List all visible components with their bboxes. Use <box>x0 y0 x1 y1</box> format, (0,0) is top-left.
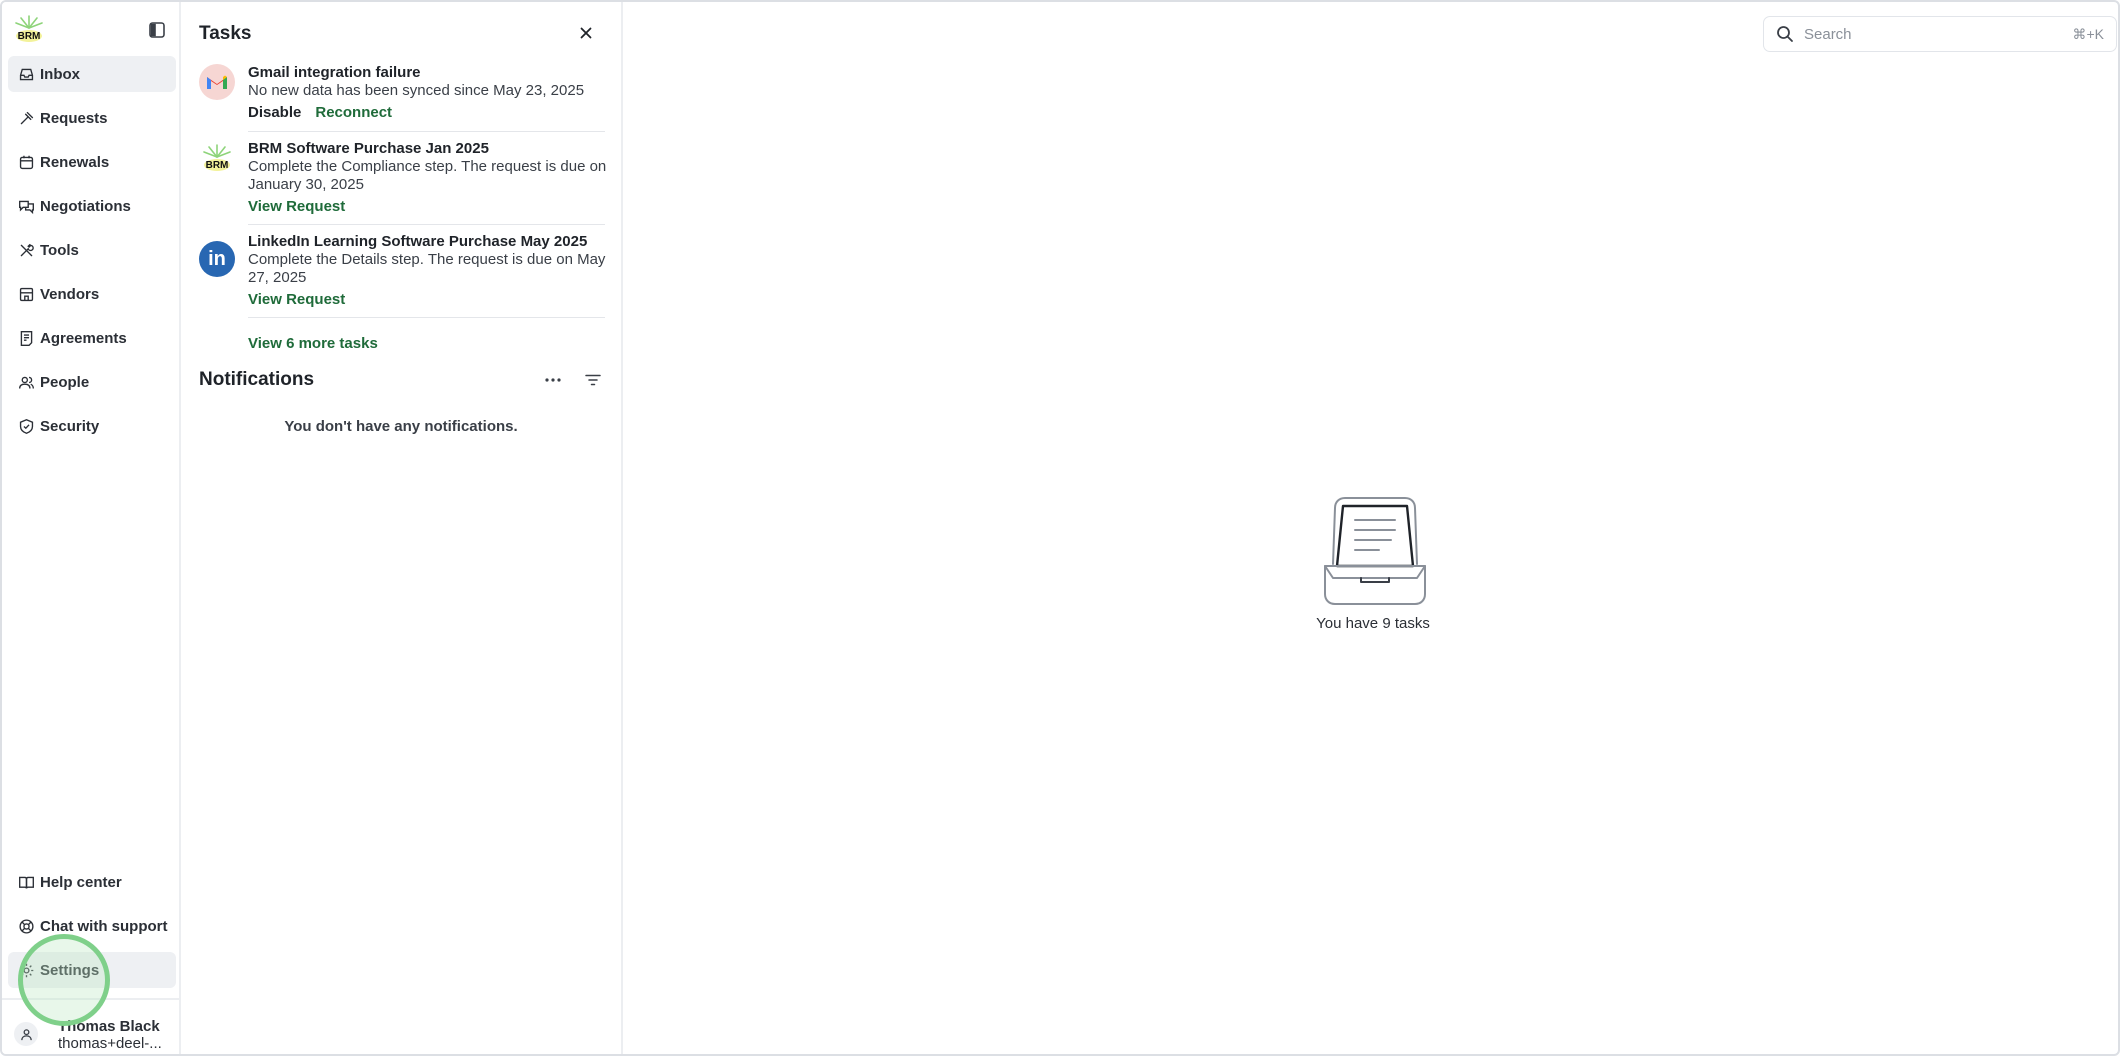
sidebar-item-help-center[interactable]: Help center <box>8 864 176 900</box>
task-description: No new data has been synced since May 23… <box>248 82 585 99</box>
sidebar-item-label: Negotiations <box>40 197 131 215</box>
sidebar-item-security[interactable]: Security <box>8 408 176 444</box>
svg-text:BRM: BRM <box>206 160 229 171</box>
reconnect-button[interactable]: Reconnect <box>315 104 392 121</box>
calendar-icon <box>19 155 34 169</box>
sidebar-item-settings[interactable]: Settings <box>8 952 176 988</box>
task-title: Gmail integration failure <box>248 64 421 81</box>
sidebar-toggle-icon[interactable] <box>148 21 166 39</box>
tools-icon <box>20 243 34 256</box>
sidebar-item-inbox[interactable]: Inbox <box>8 56 176 92</box>
sidebar-item-label: Vendors <box>40 285 100 303</box>
task-divider <box>248 131 605 132</box>
notifications-more-button[interactable] <box>543 370 563 390</box>
sidebar-bottom-nav: Help center Chat with support Settings <box>8 864 176 996</box>
sidebar-item-label: Tools <box>40 241 79 259</box>
brm-logo[interactable]: BRM <box>12 14 46 44</box>
notifications-empty-text: You don't have any notifications. <box>284 418 518 435</box>
task-actions: View Request <box>248 198 345 215</box>
notifications-title: Notifications <box>199 369 315 390</box>
notifications-filter-button[interactable] <box>583 370 603 390</box>
gavel-icon <box>20 111 34 124</box>
task-title: BRM Software Purchase Jan 2025 <box>248 140 489 157</box>
view-request-button[interactable]: View Request <box>248 198 345 215</box>
sidebar-item-label: Agreements <box>40 329 127 347</box>
sidebar-item-agreements[interactable]: Agreements <box>8 320 176 356</box>
close-panel-button[interactable] <box>577 24 595 42</box>
filter-icon <box>585 374 601 386</box>
user-email: thomas+deel-... <box>58 1035 162 1052</box>
sidebar-nav: Inbox Requests Renewals Negotiations Too… <box>8 56 176 452</box>
building-icon <box>19 287 34 301</box>
book-icon <box>19 876 34 889</box>
ellipsis-icon <box>545 378 561 382</box>
tasks-title: Tasks <box>199 23 252 44</box>
sidebar-item-negotiations[interactable]: Negotiations <box>8 188 176 224</box>
linkedin-icon: in <box>199 241 235 277</box>
task-actions: Disable Reconnect <box>248 104 392 121</box>
document-icon <box>20 330 33 346</box>
sidebar-item-label: Inbox <box>40 65 80 83</box>
sidebar-item-label: Help center <box>40 873 122 891</box>
sidebar: BRM Inbox Requests Renewals Negotiations <box>2 2 181 1054</box>
sidebar-item-label: Chat with support <box>40 917 168 935</box>
sidebar-item-label: Requests <box>40 109 108 127</box>
task-divider <box>248 317 605 318</box>
svg-text:BRM: BRM <box>18 31 41 42</box>
close-icon <box>580 27 592 39</box>
view-more-tasks-link[interactable]: View 6 more tasks <box>248 335 378 352</box>
empty-state-text: You have 9 tasks <box>1316 615 1430 632</box>
tasks-panel: Tasks Gmail integration failure No new d… <box>181 2 623 1054</box>
user-name: Thomas Black <box>58 1018 160 1035</box>
disable-button[interactable]: Disable <box>248 104 301 121</box>
main-content: ⌘+K You have 9 tasks <box>623 2 2118 1054</box>
user-profile[interactable]: Thomas Black thomas+deel-... <box>2 998 179 1054</box>
empty-inbox-illustration <box>1324 497 1426 605</box>
task-title: LinkedIn Learning Software Purchase May … <box>248 233 588 250</box>
people-icon <box>19 376 34 389</box>
brm-logo-icon: BRM <box>199 140 235 176</box>
inbox-icon <box>19 68 34 80</box>
task-divider <box>248 224 605 225</box>
sidebar-item-chat-with-support[interactable]: Chat with support <box>8 908 176 944</box>
chat-bubbles-icon <box>19 200 34 214</box>
task-item: Gmail integration failure No new data ha… <box>199 64 605 132</box>
sidebar-item-label: Security <box>40 417 100 435</box>
sidebar-item-tools[interactable]: Tools <box>8 232 176 268</box>
search-shortcut: ⌘+K <box>2072 25 2104 42</box>
search-bar[interactable]: ⌘+K <box>1763 16 2117 52</box>
task-description: Complete the Compliance step. The reques… <box>248 158 607 193</box>
view-request-button[interactable]: View Request <box>248 291 345 308</box>
task-description: Complete the Details step. The request i… <box>248 251 606 286</box>
task-item: in LinkedIn Learning Software Purchase M… <box>199 233 606 318</box>
sidebar-item-label: Renewals <box>40 153 110 171</box>
search-icon <box>1777 26 1793 42</box>
user-icon <box>20 1028 32 1040</box>
search-input[interactable] <box>1804 25 2073 43</box>
sidebar-item-vendors[interactable]: Vendors <box>8 276 176 312</box>
task-actions: View Request <box>248 291 345 308</box>
gmail-icon <box>199 64 235 100</box>
sidebar-item-people[interactable]: People <box>8 364 176 400</box>
lifebuoy-icon <box>19 918 34 934</box>
sidebar-item-label: People <box>40 373 90 391</box>
sidebar-item-renewals[interactable]: Renewals <box>8 144 176 180</box>
sidebar-item-requests[interactable]: Requests <box>8 100 176 136</box>
gear-icon <box>19 963 34 977</box>
sidebar-item-label: Settings <box>40 961 100 979</box>
task-item: BRM BRM Software Purchase Jan 2025 Compl… <box>199 140 607 225</box>
avatar <box>14 1022 38 1046</box>
shield-icon <box>19 418 34 434</box>
app-window: BRM Inbox Requests Renewals Negotiations <box>0 0 2120 1056</box>
